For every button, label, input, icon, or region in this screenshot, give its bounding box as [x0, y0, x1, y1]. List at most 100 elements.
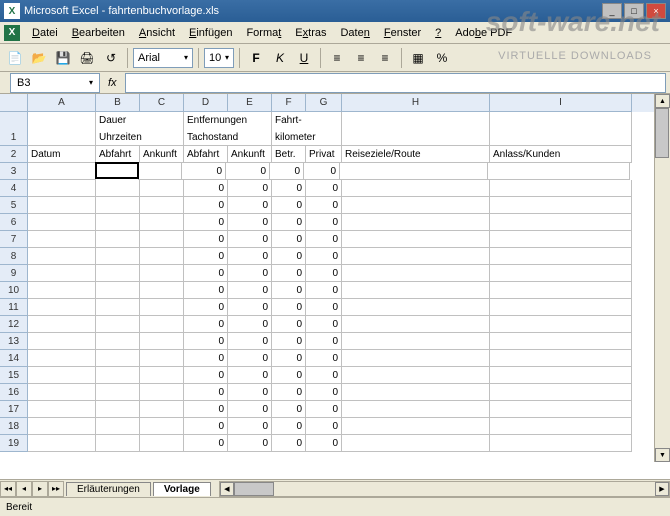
cell-H16[interactable]	[342, 384, 490, 401]
row-header-1[interactable]: 1	[0, 129, 28, 146]
font-name-box[interactable]: Arial▾	[133, 48, 193, 68]
cell-H13[interactable]	[342, 333, 490, 350]
cell-F10[interactable]: 0	[272, 282, 306, 299]
vertical-scrollbar[interactable]: ▲ ▼	[654, 94, 670, 462]
cell-I11[interactable]	[490, 299, 632, 316]
cell-F6[interactable]: 0	[272, 214, 306, 231]
cell-G15[interactable]: 0	[306, 367, 342, 384]
cell-A14[interactable]	[28, 350, 96, 367]
cell-C10[interactable]	[140, 282, 184, 299]
column-header-B[interactable]: B	[96, 94, 140, 112]
align-center-button[interactable]: ≡	[350, 47, 372, 69]
cell-A9[interactable]	[28, 265, 96, 282]
column-header-H[interactable]: H	[342, 94, 490, 112]
row-header-8[interactable]: 8	[0, 248, 28, 265]
cell-I10[interactable]	[490, 282, 632, 299]
column-header-A[interactable]: A	[28, 94, 96, 112]
cell-I7[interactable]	[490, 231, 632, 248]
cell-H11[interactable]	[342, 299, 490, 316]
active-cell[interactable]	[95, 162, 139, 179]
cell-G5[interactable]: 0	[306, 197, 342, 214]
cell-D11[interactable]: 0	[184, 299, 228, 316]
cell-B6[interactable]	[96, 214, 140, 231]
row-header-7[interactable]: 7	[0, 231, 28, 248]
cell-F15[interactable]: 0	[272, 367, 306, 384]
header-datum[interactable]: Datum	[28, 146, 96, 163]
cell-C4[interactable]	[140, 180, 184, 197]
hscroll-thumb[interactable]	[234, 482, 274, 496]
cell-F8[interactable]: 0	[272, 248, 306, 265]
cell-C15[interactable]	[140, 367, 184, 384]
cell-F9[interactable]: 0	[272, 265, 306, 282]
cell-I4[interactable]	[490, 180, 632, 197]
cell-C14[interactable]	[140, 350, 184, 367]
cell-D13[interactable]: 0	[184, 333, 228, 350]
cell-F17[interactable]: 0	[272, 401, 306, 418]
cell-I3[interactable]	[488, 163, 630, 180]
row-header-18[interactable]: 18	[0, 418, 28, 435]
cell-F12[interactable]: 0	[272, 316, 306, 333]
cell-I18[interactable]	[490, 418, 632, 435]
header-anlass[interactable]: Anlass/Kunden	[490, 146, 632, 163]
tab-nav-prev[interactable]: ◂	[16, 481, 32, 497]
fx-label[interactable]: fx	[108, 77, 117, 89]
header-betr[interactable]: Betr.	[272, 146, 306, 163]
cell-B9[interactable]	[96, 265, 140, 282]
cell-G13[interactable]: 0	[306, 333, 342, 350]
cell-A6[interactable]	[28, 214, 96, 231]
cell-E6[interactable]: 0	[228, 214, 272, 231]
cell-C17[interactable]	[140, 401, 184, 418]
scroll-right-button[interactable]: ▶	[655, 482, 669, 496]
cell-I14[interactable]	[490, 350, 632, 367]
cell-I9[interactable]	[490, 265, 632, 282]
menu-daten[interactable]: Daten	[334, 25, 375, 41]
row-header-9[interactable]: 9	[0, 265, 28, 282]
cell-E17[interactable]: 0	[228, 401, 272, 418]
cell-D7[interactable]: 0	[184, 231, 228, 248]
cell-B16[interactable]	[96, 384, 140, 401]
minimize-button[interactable]: _	[602, 3, 622, 19]
align-left-button[interactable]: ≡	[326, 47, 348, 69]
cell-F3[interactable]: 0	[270, 163, 304, 180]
cell-B13[interactable]	[96, 333, 140, 350]
cell-C11[interactable]	[140, 299, 184, 316]
column-header-D[interactable]: D	[184, 94, 228, 112]
row-header-19[interactable]: 19	[0, 435, 28, 452]
column-header-F[interactable]: F	[272, 94, 306, 112]
cell-D3[interactable]: 0	[182, 163, 226, 180]
scroll-left-button[interactable]: ◀	[220, 482, 234, 496]
cell-H17[interactable]	[342, 401, 490, 418]
cell-A16[interactable]	[28, 384, 96, 401]
scroll-up-button[interactable]: ▲	[655, 94, 670, 108]
cell-E10[interactable]: 0	[228, 282, 272, 299]
menu-einfuegen[interactable]: Einfügen	[183, 25, 238, 41]
cell-A17[interactable]	[28, 401, 96, 418]
cell-H15[interactable]	[342, 367, 490, 384]
row-header-2[interactable]: 2	[0, 146, 28, 163]
cell-G8[interactable]: 0	[306, 248, 342, 265]
cell-B14[interactable]	[96, 350, 140, 367]
cell-G12[interactable]: 0	[306, 316, 342, 333]
cell-G7[interactable]: 0	[306, 231, 342, 248]
tab-nav-last[interactable]: ▸▸	[48, 481, 64, 497]
cell-G10[interactable]: 0	[306, 282, 342, 299]
row-header-5[interactable]: 5	[0, 197, 28, 214]
cell-F5[interactable]: 0	[272, 197, 306, 214]
row-header-12[interactable]: 12	[0, 316, 28, 333]
cell-A15[interactable]	[28, 367, 96, 384]
cell-I15[interactable]	[490, 367, 632, 384]
row-header-10[interactable]: 10	[0, 282, 28, 299]
cell-B15[interactable]	[96, 367, 140, 384]
scroll-down-button[interactable]: ▼	[655, 448, 670, 462]
cell-B7[interactable]	[96, 231, 140, 248]
app-icon[interactable]: X	[4, 25, 20, 41]
sheet-tab-vorlage[interactable]: Vorlage	[153, 482, 211, 496]
row-header-17[interactable]: 17	[0, 401, 28, 418]
menu-ansicht[interactable]: Ansicht	[133, 25, 181, 41]
tool-3[interactable]: 💾	[52, 47, 74, 69]
sheet-tab-erlaeuterungen[interactable]: Erläuterungen	[66, 482, 151, 496]
cell-H7[interactable]	[342, 231, 490, 248]
header-reiseziele[interactable]: Reiseziele/Route	[342, 146, 490, 163]
cell-A19[interactable]	[28, 435, 96, 452]
row-header-3[interactable]: 3	[0, 163, 28, 180]
